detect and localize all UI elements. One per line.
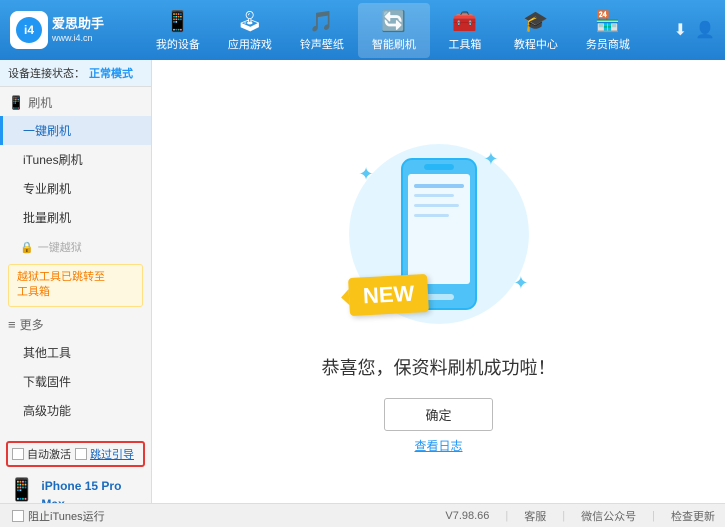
sparkle-icon-1: ✦	[359, 164, 374, 185]
auto-activate-checkbox[interactable]	[12, 448, 24, 460]
logo-icon: i4	[10, 11, 48, 49]
nav-store[interactable]: 🏪 务员商城	[572, 3, 644, 58]
nav-my-device[interactable]: 📱 我的设备	[142, 3, 214, 58]
sidebar-item-one-key-flash[interactable]: 一键刷机	[0, 116, 151, 145]
new-badge: NEW	[348, 273, 429, 315]
jailbreak-warning: 越狱工具已跳转至工具箱	[8, 264, 143, 307]
sidebar-item-batch-flash[interactable]: 批量刷机	[0, 203, 151, 232]
logo-area: i4 爱思助手 www.i4.cn	[10, 11, 120, 49]
sidebar: 设备连接状态： 正常模式 📱 刷机 一键刷机 iTunes刷机 专业刷机 批量刷…	[0, 60, 152, 527]
ringtone-nav-label: 铃声壁纸	[300, 36, 344, 52]
tutorial-nav-icon: 🎓	[523, 9, 548, 34]
block-itunes-checkbox[interactable]	[12, 510, 24, 522]
device-nav-icon: 📱	[165, 9, 190, 34]
flash-section-label: 刷机	[28, 94, 52, 111]
main-layout: 设备连接状态： 正常模式 📱 刷机 一键刷机 iTunes刷机 专业刷机 批量刷…	[0, 60, 725, 527]
flash-section-icon: 📱	[8, 95, 24, 111]
nav-toolbox[interactable]: 🧰 工具箱	[430, 3, 500, 58]
confirm-button[interactable]: 确定	[384, 398, 492, 431]
tutorial-nav-label: 教程中心	[514, 36, 558, 52]
footer-customer-service[interactable]: 客服	[524, 508, 546, 524]
content-area: ✦ ✦ ✦ NEW	[152, 60, 725, 527]
toolbox-nav-icon: 🧰	[452, 9, 477, 34]
app-nav-label: 应用游戏	[228, 36, 272, 52]
account-button[interactable]: 👤	[695, 20, 715, 40]
nav-tutorial[interactable]: 🎓 教程中心	[500, 3, 572, 58]
sidebar-jailbreak-header: 🔒 一键越狱	[0, 234, 151, 260]
view-log-link[interactable]: 查看日志	[414, 437, 462, 454]
footer-wechat[interactable]: 微信公众号	[581, 508, 636, 524]
status-value: 正常模式	[89, 65, 133, 81]
sparkle-icon-3: ✦	[513, 273, 528, 294]
sidebar-more-header: ≡ 更多	[0, 311, 151, 338]
guide-skip-checkbox[interactable]	[75, 448, 87, 460]
more-section-label: 更多	[20, 316, 44, 333]
status-label: 设备连接状态：	[8, 65, 85, 81]
download-button[interactable]: ⬇	[674, 20, 687, 40]
footer-check-update[interactable]: 检查更新	[671, 508, 715, 524]
guide-skip-label: 跳过引导	[90, 446, 134, 462]
store-nav-label: 务员商城	[586, 36, 630, 52]
footer-version: V7.98.66	[445, 510, 489, 522]
sidebar-flash-header: 📱 刷机	[0, 89, 151, 116]
svg-text:i4: i4	[24, 23, 34, 37]
sidebar-flash-section: 📱 刷机 一键刷机 iTunes刷机 专业刷机 批量刷机	[0, 89, 151, 232]
status-bar: 设备连接状态： 正常模式	[0, 60, 151, 87]
block-itunes-label[interactable]: 阻止iTunes运行	[10, 505, 107, 527]
sidebar-item-other-tools[interactable]: 其他工具	[0, 338, 151, 367]
ringtone-nav-icon: 🎵	[309, 9, 334, 34]
guide-skip-checkbox-label[interactable]: 跳过引导	[75, 446, 134, 462]
store-nav-icon: 🏪	[595, 9, 620, 34]
illustration: ✦ ✦ ✦ NEW	[339, 134, 539, 334]
sidebar-more-section: ≡ 更多 其他工具 下载固件 高级功能	[0, 311, 151, 425]
more-section-icon: ≡	[8, 317, 16, 332]
toolbox-nav-label: 工具箱	[448, 36, 481, 52]
flash-nav-label: 智能刷机	[372, 36, 416, 52]
logo-text: 爱思助手 www.i4.cn	[52, 16, 104, 45]
app-nav-icon: 🕹	[237, 9, 262, 34]
nav-app-game[interactable]: 🕹 应用游戏	[214, 3, 286, 58]
device-nav-label: 我的设备	[156, 36, 200, 52]
auto-activate-label: 自动激活	[27, 446, 71, 462]
footer: 阻止iTunes运行 V7.98.66 | 客服 | 微信公众号 | 检查更新	[0, 503, 725, 527]
nav-bar: 📱 我的设备 🕹 应用游戏 🎵 铃声壁纸 🔄 智能刷机 🧰 工具箱 🎓 教程中心…	[120, 3, 666, 58]
nav-ringtone[interactable]: 🎵 铃声壁纸	[286, 3, 358, 58]
auto-buttons-group: 自动激活 跳过引导	[6, 441, 145, 467]
flash-nav-icon: 🔄	[381, 9, 406, 34]
sidebar-item-download-firmware[interactable]: 下载固件	[0, 367, 151, 396]
sidebar-item-advanced[interactable]: 高级功能	[0, 396, 151, 425]
device-phone-icon: 📱	[8, 477, 35, 503]
sparkle-icon-2: ✦	[483, 149, 498, 170]
nav-smart-flash[interactable]: 🔄 智能刷机	[358, 3, 430, 58]
header: i4 爱思助手 www.i4.cn 📱 我的设备 🕹 应用游戏 🎵 铃声壁纸 🔄…	[0, 0, 725, 60]
sidebar-item-itunes-flash[interactable]: iTunes刷机	[0, 145, 151, 174]
auto-activate-checkbox-label[interactable]: 自动激活	[12, 446, 71, 462]
sidebar-item-pro-flash[interactable]: 专业刷机	[0, 174, 151, 203]
sidebar-jailbreak-section: 🔒 一键越狱 越狱工具已跳转至工具箱	[0, 234, 151, 307]
success-message: 恭喜您，保资料刷机成功啦！	[322, 354, 556, 380]
header-right: ⬇ 👤	[674, 20, 715, 40]
lock-icon: 🔒	[20, 241, 34, 254]
